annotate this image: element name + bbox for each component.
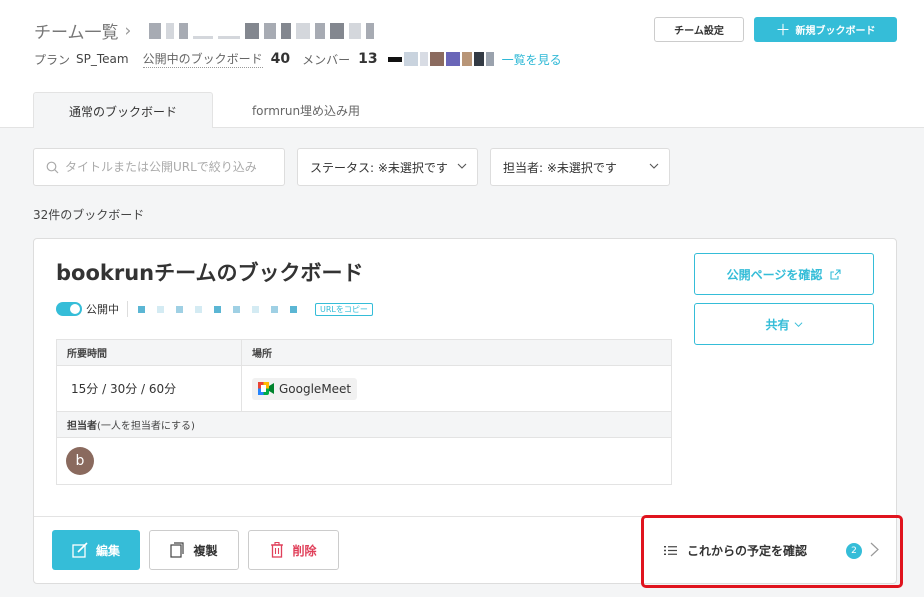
trash-icon (271, 542, 284, 558)
external-link-icon (830, 268, 841, 280)
new-board-button[interactable]: ＋ 新規ブックボード (754, 17, 897, 42)
team-settings-button[interactable]: チーム設定 (654, 17, 744, 42)
team-name-redacted (149, 22, 379, 39)
owner-note: (一人を担当者にする) (97, 421, 195, 432)
main-content: ステータス: ※未選択です 担当者: ※未選択です 32件のブックボード boo… (0, 128, 924, 597)
public-url-redacted (138, 305, 309, 313)
breadcrumb: チーム一覧 › (34, 18, 379, 43)
members-label: メンバー (302, 52, 351, 67)
duration-value: 15分 / 30分 / 60分 (57, 366, 242, 412)
upcoming-schedule-link[interactable]: これからの予定を確認 2 (644, 517, 896, 584)
plus-icon: ＋ (775, 21, 791, 39)
owner-header: 担当者 (一人を担当者にする) (57, 412, 671, 438)
plan-name: SP_Team (76, 52, 129, 66)
member-avatars (387, 52, 496, 66)
chevron-down-icon (649, 163, 659, 169)
location-value: GoogleMeet (279, 381, 352, 396)
owner-filter-label: 担当者: ※未選択です (503, 160, 617, 175)
board-card: bookrunチームのブックボード 公開中 URLをコピー 所要時間 場所 15… (33, 238, 897, 584)
public-boards-label: 公開中のブックボード (142, 52, 263, 68)
copy-url-button[interactable]: URLをコピー (315, 302, 373, 316)
owner-filter-select[interactable]: 担当者: ※未選択です (490, 148, 670, 186)
board-count: 32件のブックボード (33, 208, 145, 222)
location-chip: GoogleMeet (252, 377, 358, 400)
owner-cell: b (57, 438, 671, 484)
chevron-right-icon (870, 542, 879, 557)
chevron-down-icon (457, 163, 467, 169)
board-info-table: 所要時間 場所 15分 / 30分 / 60分 GoogleMeet 担当者 (… (56, 339, 672, 485)
copy-icon (170, 542, 185, 558)
board-title: bookrunチームのブックボード (56, 261, 364, 285)
google-meet-icon (258, 382, 274, 395)
tab-formrun-embed[interactable]: formrun埋め込み用 (213, 92, 399, 129)
new-board-label: 新規ブックボード (795, 26, 876, 37)
upcoming-count-badge: 2 (846, 543, 862, 559)
public-boards-count: 40 (270, 51, 291, 67)
location-cell: GoogleMeet (242, 366, 671, 412)
plan-label: プラン (34, 52, 71, 67)
status-filter-label: ステータス: ※未選択です (310, 160, 448, 175)
see-all-members-link[interactable]: 一覧を見る (502, 51, 562, 68)
delete-button[interactable]: 削除 (248, 530, 339, 570)
members-count: 13 (358, 51, 378, 67)
tab-regular-boards[interactable]: 通常のブックボード (33, 92, 213, 129)
page-header: チーム一覧 › プラン SP_Team 公開中のブックボード 40 メンバー 1… (0, 0, 924, 129)
card-footer: 編集 複製 削除 これからの予定を確認 2 (34, 516, 896, 584)
avatar: b (66, 447, 94, 475)
chevron-down-icon (794, 321, 802, 327)
team-list-link[interactable]: チーム一覧 (34, 18, 119, 43)
status-filter-select[interactable]: ステータス: ※未選択です (297, 148, 478, 186)
public-status-label: 公開中 (86, 303, 119, 316)
public-toggle[interactable] (56, 302, 82, 316)
team-meta: プラン SP_Team 公開中のブックボード 40 メンバー 13 一覧を見る (34, 50, 562, 68)
edit-button[interactable]: 編集 (52, 530, 140, 570)
duplicate-button[interactable]: 複製 (149, 530, 239, 570)
search-icon (46, 161, 59, 173)
location-header: 場所 (242, 340, 671, 366)
list-icon (664, 546, 677, 555)
upcoming-label: これからの予定を確認 (687, 544, 808, 558)
share-button[interactable]: 共有 (694, 303, 874, 345)
edit-icon (72, 542, 88, 558)
search-box[interactable] (33, 148, 285, 186)
public-status-row: 公開中 URLをコピー (56, 301, 373, 317)
duration-header: 所要時間 (57, 340, 242, 366)
search-input[interactable] (65, 160, 280, 174)
view-public-page-button[interactable]: 公開ページを確認 (694, 253, 874, 295)
chevron-right-icon: › (124, 20, 132, 41)
